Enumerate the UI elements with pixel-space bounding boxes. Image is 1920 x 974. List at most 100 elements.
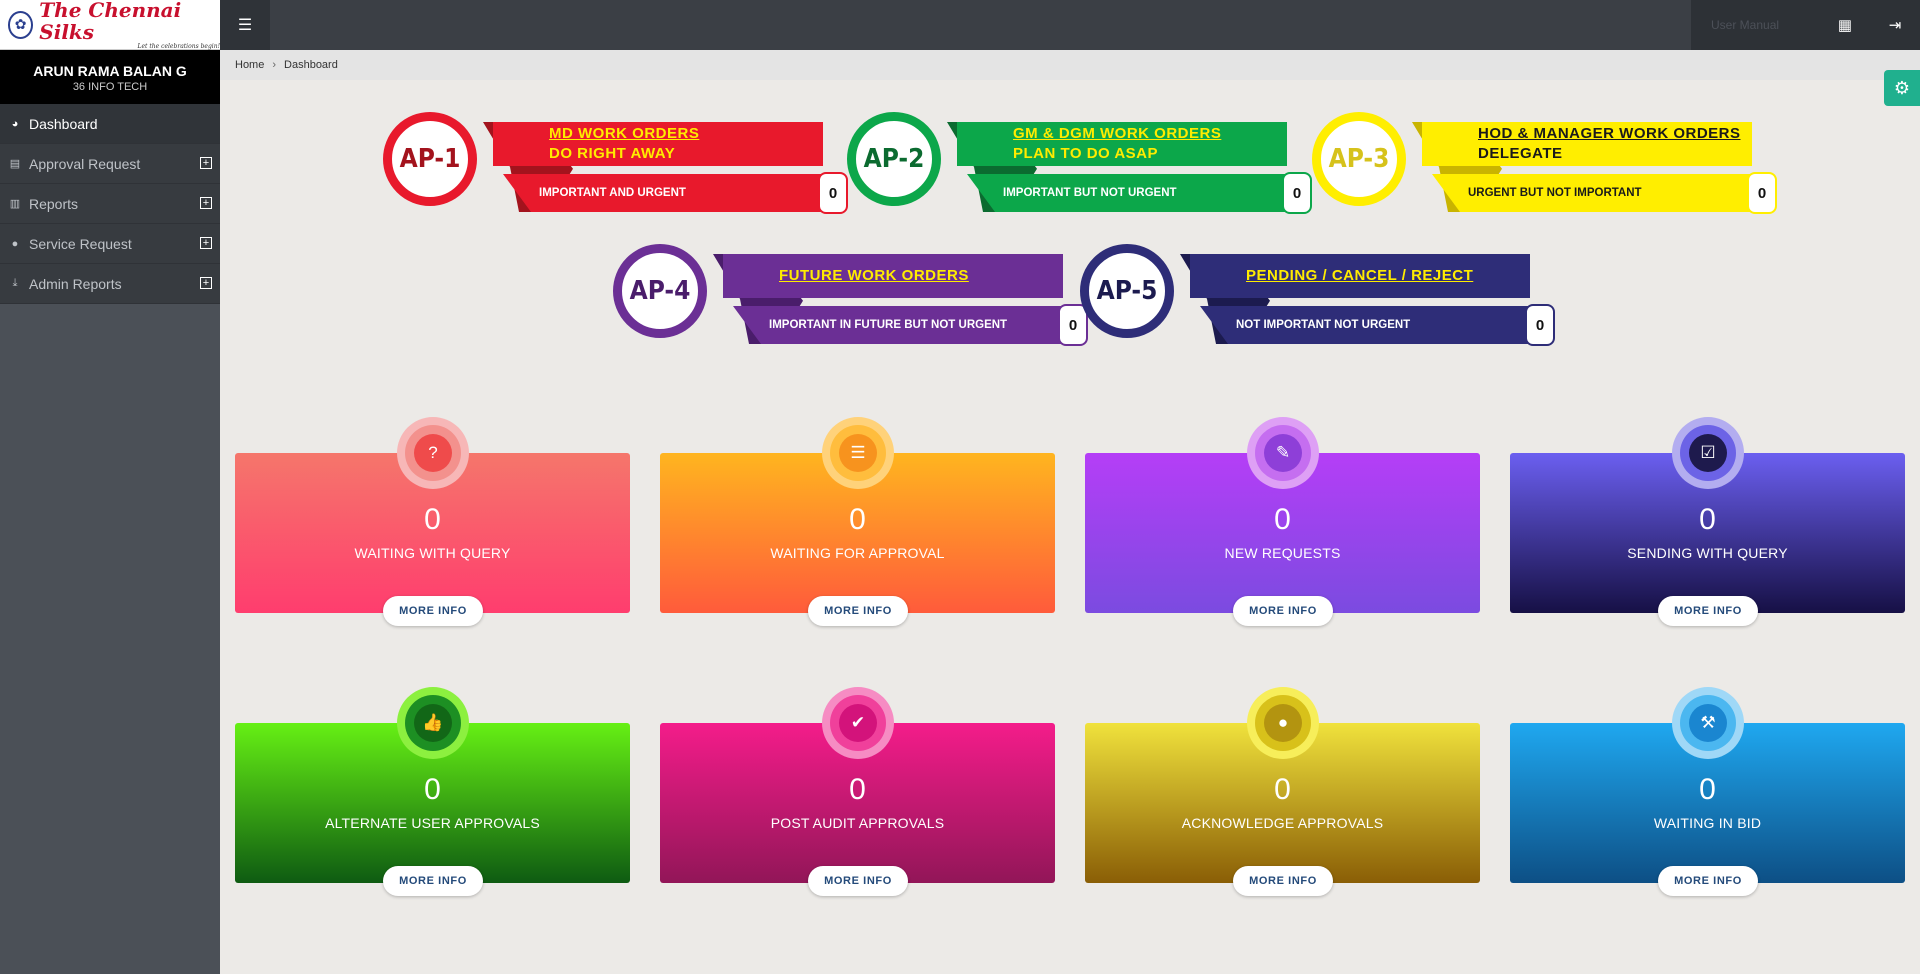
check-circle-icon: ✔ bbox=[839, 704, 877, 742]
card-icon-halo: ☑ bbox=[1672, 417, 1744, 489]
expand-icon[interactable]: + bbox=[200, 277, 212, 289]
card-icon-ring: 👍 bbox=[405, 695, 461, 751]
card-count: 0 bbox=[424, 503, 441, 536]
more-info-button[interactable]: MORE INFO bbox=[1233, 596, 1333, 626]
settings-gear-icon[interactable]: ⚙ bbox=[1884, 70, 1920, 106]
stat-card-waiting-with-query: ? 0 WAITING WITH QUERY MORE INFO bbox=[235, 417, 630, 626]
sidebar-item-dashboard[interactable]: ◕ Dashboard bbox=[0, 104, 220, 144]
priority-subtitle: URGENT BUT NOT IMPORTANT bbox=[1432, 174, 1752, 212]
priority-code-badge: AP-1 bbox=[383, 112, 477, 206]
priority-banner-3[interactable]: HOD & MANAGER WORK ORDERS DELEGATE URGENT … bbox=[1312, 112, 1782, 222]
card-icon-ring: ⚒ bbox=[1680, 695, 1736, 751]
user-name: ARUN RAMA BALAN G bbox=[33, 63, 187, 79]
apps-grid-icon[interactable]: ▦ bbox=[1820, 0, 1870, 50]
more-info-button[interactable]: MORE INFO bbox=[383, 866, 483, 896]
card-icon-halo: ✎ bbox=[1247, 417, 1319, 489]
sidebar: ✿ The Chennai Silks Let the celebrations… bbox=[0, 0, 220, 974]
card-icon-halo: 👍 bbox=[397, 687, 469, 759]
card-icon-halo: ✔ bbox=[822, 687, 894, 759]
priority-code-badge: AP-2 bbox=[847, 112, 941, 206]
card-icon-halo: ? bbox=[397, 417, 469, 489]
card-icon-halo: ⚒ bbox=[1672, 687, 1744, 759]
card-label: ALTERNATE USER APPROVALS bbox=[325, 815, 540, 831]
card-icon-ring: ✔ bbox=[830, 695, 886, 751]
priority-title: FUTURE WORK ORDERS bbox=[723, 254, 1063, 298]
more-info-button[interactable]: MORE INFO bbox=[808, 596, 908, 626]
card-icon-halo: ☰ bbox=[822, 417, 894, 489]
more-info-button[interactable]: MORE INFO bbox=[808, 866, 908, 896]
stat-card-sending-with-query: ☑ 0 SENDING WITH QUERY MORE INFO bbox=[1510, 417, 1905, 626]
card-label: WAITING WITH QUERY bbox=[354, 545, 511, 561]
user-panel: ARUN RAMA BALAN G 36 INFO TECH bbox=[0, 50, 220, 104]
navbar-right: User Manual ▦ ⇥ bbox=[1691, 0, 1920, 50]
card-icon-ring: ☰ bbox=[830, 425, 886, 481]
priority-title-line1: HOD & MANAGER WORK ORDERS bbox=[1478, 125, 1741, 142]
priority-count: 0 bbox=[1747, 172, 1777, 214]
brand-name: The Chennai Silks bbox=[39, 0, 182, 44]
priority-subtitle: IMPORTANT IN FUTURE BUT NOT URGENT bbox=[733, 306, 1063, 344]
more-info-button[interactable]: MORE INFO bbox=[1658, 866, 1758, 896]
priority-title: HOD & MANAGER WORK ORDERS DELEGATE bbox=[1422, 122, 1752, 166]
stat-card-waiting-for-approval: ☰ 0 WAITING FOR APPROVAL MORE INFO bbox=[660, 417, 1055, 626]
expand-icon[interactable]: + bbox=[200, 157, 212, 169]
card-label: ACKNOWLEDGE APPROVALS bbox=[1181, 815, 1384, 831]
priority-title-line1: GM & DGM WORK ORDERS bbox=[1013, 125, 1222, 142]
priority-title-line1: MD WORK ORDERS bbox=[549, 125, 700, 142]
priority-title: GM & DGM WORK ORDERS PLAN TO DO ASAP bbox=[957, 122, 1287, 166]
more-info-button[interactable]: MORE INFO bbox=[383, 596, 483, 626]
brand-logo[interactable]: ✿ The Chennai Silks Let the celebrations… bbox=[0, 0, 220, 50]
priority-title-line1: PENDING / CANCEL / REJECT bbox=[1246, 267, 1474, 284]
priority-banner-2[interactable]: GM & DGM WORK ORDERS PLAN TO DO ASAP IMPOR… bbox=[847, 112, 1317, 222]
card-count: 0 bbox=[1274, 773, 1291, 806]
priority-banner-5[interactable]: PENDING / CANCEL / REJECT NOT IMPORTANT N… bbox=[1080, 244, 1560, 354]
expand-icon[interactable]: + bbox=[200, 197, 212, 209]
download-icon: ⤓ bbox=[12, 277, 18, 289]
sidebar-item-approval-request[interactable]: ▤ Approval Request + bbox=[0, 144, 220, 184]
thumbs-up-icon: 👍 bbox=[414, 704, 452, 742]
card-icon-ring: ● bbox=[1255, 695, 1311, 751]
sign-out-icon[interactable]: ⇥ bbox=[1870, 0, 1920, 50]
check-square-icon: ☑ bbox=[1689, 434, 1727, 472]
card-icon-ring: ☑ bbox=[1680, 425, 1736, 481]
stat-card-post-audit-approvals: ✔ 0 POST AUDIT APPROVALS MORE INFO bbox=[660, 687, 1055, 896]
more-info-button[interactable]: MORE INFO bbox=[1233, 866, 1333, 896]
expand-icon[interactable]: + bbox=[200, 237, 212, 249]
edit-icon: ✎ bbox=[1264, 434, 1302, 472]
question-icon: ? bbox=[414, 434, 452, 472]
top-navbar: ☰ User Manual ▦ ⇥ bbox=[220, 0, 1920, 50]
priority-subtitle: NOT IMPORTANT NOT URGENT bbox=[1200, 306, 1530, 344]
priority-subtitle: IMPORTANT AND URGENT bbox=[503, 174, 823, 212]
sidebar-item-admin-reports[interactable]: ⤓ Admin Reports + bbox=[0, 264, 220, 304]
card-count: 0 bbox=[849, 773, 866, 806]
brand-emblem-icon: ✿ bbox=[8, 10, 34, 39]
sidebar-menu: ◕ Dashboard ▤ Approval Request + ▥ Repor… bbox=[0, 104, 220, 304]
priority-title-line2: DELEGATE bbox=[1478, 145, 1563, 162]
list-icon: ▤ bbox=[9, 158, 21, 170]
card-count: 0 bbox=[1274, 503, 1291, 536]
user-manual-link[interactable]: User Manual bbox=[1691, 18, 1820, 32]
priority-count: 0 bbox=[818, 172, 848, 214]
card-count: 0 bbox=[849, 503, 866, 536]
card-icon-ring: ✎ bbox=[1255, 425, 1311, 481]
sidebar-toggle-icon[interactable]: ☰ bbox=[220, 0, 270, 50]
sidebar-item-reports[interactable]: ▥ Reports + bbox=[0, 184, 220, 224]
priority-count: 0 bbox=[1282, 172, 1312, 214]
card-label: POST AUDIT APPROVALS bbox=[770, 815, 945, 831]
stat-card-new-requests: ✎ 0 NEW REQUESTS MORE INFO bbox=[1085, 417, 1480, 626]
priority-banner-1[interactable]: MD WORK ORDERS DO RIGHT AWAY IMPORTANT AND… bbox=[383, 112, 853, 222]
priority-code-badge: AP-4 bbox=[613, 244, 707, 338]
card-icon-ring: ? bbox=[405, 425, 461, 481]
priority-subtitle: IMPORTANT BUT NOT URGENT bbox=[967, 174, 1287, 212]
breadcrumb-home[interactable]: Home bbox=[235, 59, 264, 71]
card-count: 0 bbox=[1699, 773, 1716, 806]
more-info-button[interactable]: MORE INFO bbox=[1658, 596, 1758, 626]
sidebar-item-label: Reports bbox=[29, 195, 79, 212]
sidebar-item-label: Service Request bbox=[29, 235, 132, 252]
priority-banner-4[interactable]: FUTURE WORK ORDERS IMPORTANT IN FUTURE BU… bbox=[613, 244, 1093, 354]
user-icon: ● bbox=[1264, 704, 1302, 742]
sidebar-item-label: Admin Reports bbox=[29, 275, 122, 292]
card-icon-halo: ● bbox=[1247, 687, 1319, 759]
priority-code-badge: AP-5 bbox=[1080, 244, 1174, 338]
sidebar-item-service-request[interactable]: ● Service Request + bbox=[0, 224, 220, 264]
card-label: WAITING FOR APPROVAL bbox=[770, 545, 945, 561]
